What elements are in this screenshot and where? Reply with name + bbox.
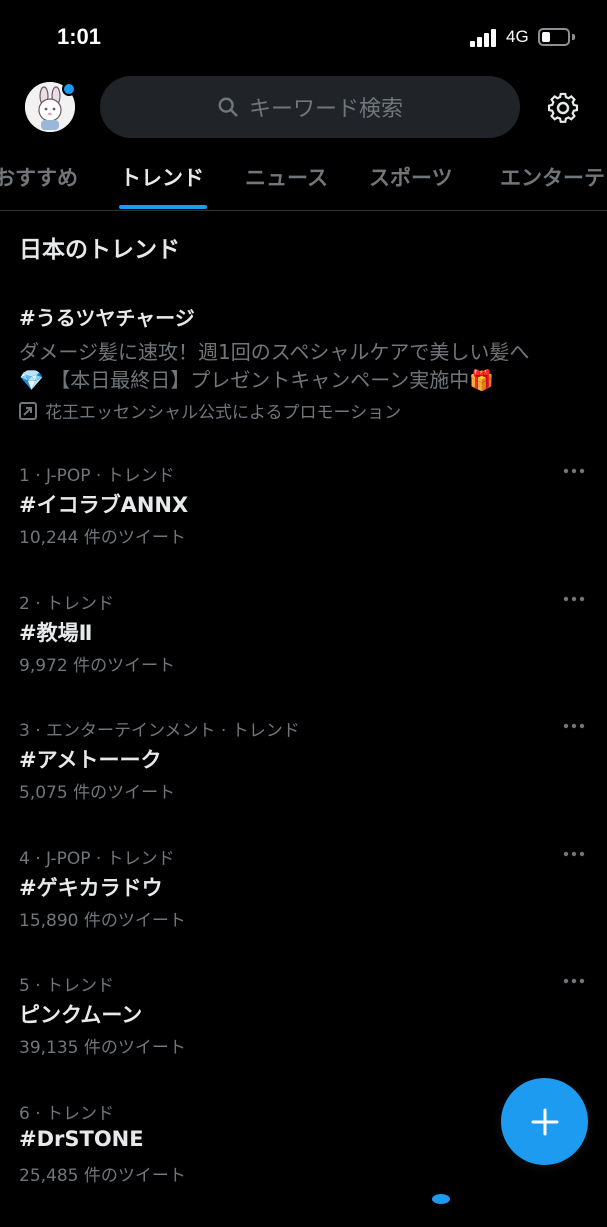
compose-button[interactable]	[501, 1078, 588, 1165]
trend-count: 5,075 件のツイート	[19, 783, 176, 803]
search-icon	[218, 97, 238, 117]
active-tab-indicator	[119, 205, 207, 209]
tab-bar: おすすめ トレンド ニュース スポーツ エンターテ	[0, 148, 607, 211]
plus-icon	[531, 1108, 559, 1136]
trend-name: #DrSTONE	[19, 1127, 144, 1151]
trend-name: #イコラブANNX	[19, 493, 189, 517]
trend-count: 15,890 件のツイート	[19, 911, 186, 931]
trend-item[interactable]: 5 · トレンド ピンクムーン 39,135 件のツイート	[0, 971, 607, 1099]
trend-meta: 3 · エンターテインメント · トレンド	[19, 721, 300, 741]
battery-tip	[572, 34, 575, 40]
tab-trends[interactable]: トレンド	[120, 162, 204, 192]
tab-news[interactable]: ニュース	[245, 162, 328, 192]
trend-count: 25,485 件のツイート	[19, 1166, 186, 1186]
more-icon[interactable]	[562, 977, 586, 985]
trend-item[interactable]: 4 · J-POP · トレンド #ゲキカラドウ 15,890 件のツイート	[0, 844, 607, 972]
status-bar: 1:01 4G	[0, 0, 607, 64]
trend-meta: 2 · トレンド	[19, 594, 115, 614]
trend-meta: 1 · J-POP · トレンド	[19, 466, 175, 486]
tab-sports[interactable]: スポーツ	[369, 162, 453, 192]
gear-icon[interactable]	[546, 91, 580, 125]
promoted-description-line: ダメージ髪に速攻！週1回のスペシャルケアで美しい髪へ	[19, 340, 530, 364]
tab-recommended[interactable]: おすすめ	[0, 162, 78, 192]
trend-name: ピンクムーン	[19, 1003, 143, 1027]
more-icon[interactable]	[562, 722, 586, 730]
promoted-arrow-icon	[19, 401, 37, 420]
search-input[interactable]: キーワード検索	[100, 76, 520, 138]
tab-entertainment[interactable]: エンターテ	[500, 162, 605, 192]
promoted-description-line: 💎 【本日最終日】プレゼントキャンペーン実施中🎁	[19, 368, 495, 392]
trend-item[interactable]: 3 · エンターテインメント · トレンド #アメトーーク 5,075 件のツイ…	[0, 716, 607, 844]
signal-strength-icon	[470, 29, 498, 47]
promoted-by-label: 花王エッセンシャル公式によるプロモーション	[45, 403, 402, 423]
bottom-nav-indicator	[432, 1194, 450, 1204]
battery-level	[542, 32, 550, 42]
trend-item[interactable]: 2 · トレンド #教場Ⅱ 9,972 件のツイート	[0, 589, 607, 717]
notification-dot	[62, 82, 76, 96]
section-title: 日本のトレンド	[19, 237, 180, 263]
promoted-trend-title[interactable]: #うるツヤチャージ	[19, 302, 195, 331]
more-icon[interactable]	[562, 595, 586, 603]
more-icon[interactable]	[562, 850, 586, 858]
status-time: 1:01	[57, 24, 102, 49]
trend-name: #アメトーーク	[19, 748, 162, 772]
trend-meta: 4 · J-POP · トレンド	[19, 849, 175, 869]
trend-name: #教場Ⅱ	[19, 621, 93, 645]
trend-meta: 5 · トレンド	[19, 976, 115, 996]
trend-count: 9,972 件のツイート	[19, 656, 176, 676]
battery-icon	[538, 28, 570, 46]
search-placeholder: キーワード検索	[248, 97, 403, 122]
trend-meta: 6 · トレンド	[19, 1104, 115, 1124]
trend-count: 10,244 件のツイート	[19, 528, 186, 548]
promoted-trend-description: ダメージ髪に速攻！週1回のスペシャルケアで美しい髪へ 💎 【本日最終日】プレゼン…	[19, 338, 599, 394]
trend-item[interactable]: 1 · J-POP · トレンド #イコラブANNX 10,244 件のツイート	[0, 461, 607, 589]
more-icon[interactable]	[562, 467, 586, 475]
promoted-by[interactable]: 花王エッセンシャル公式によるプロモーション	[19, 398, 401, 423]
trend-name: #ゲキカラドウ	[19, 876, 163, 900]
network-type: 4G	[506, 27, 529, 46]
trend-count: 39,135 件のツイート	[19, 1038, 186, 1058]
